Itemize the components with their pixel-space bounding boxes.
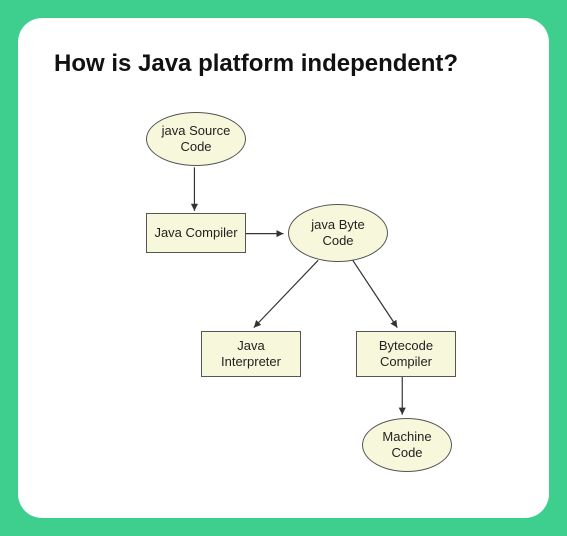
node-bytecode: java Byte Code xyxy=(288,204,388,262)
node-machine-code: Machine Code xyxy=(362,418,452,472)
node-bytecode-compiler: Bytecode Compiler xyxy=(356,331,456,377)
flow-diagram: java Source Code Java Compiler java Byte… xyxy=(46,88,521,498)
node-label: Machine Code xyxy=(369,429,445,462)
node-java-compiler: Java Compiler xyxy=(146,213,246,253)
node-java-interpreter: Java Interpreter xyxy=(201,331,301,377)
node-label: Java Interpreter xyxy=(208,338,294,371)
node-label: java Byte Code xyxy=(295,217,381,250)
node-source-code: java Source Code xyxy=(146,112,246,166)
node-label: Bytecode Compiler xyxy=(363,338,449,371)
node-label: Java Compiler xyxy=(154,225,237,241)
diagram-card: How is Java platform independent? java S… xyxy=(18,18,549,518)
diagram-title: How is Java platform independent? xyxy=(54,50,521,78)
node-label: java Source Code xyxy=(153,123,239,156)
